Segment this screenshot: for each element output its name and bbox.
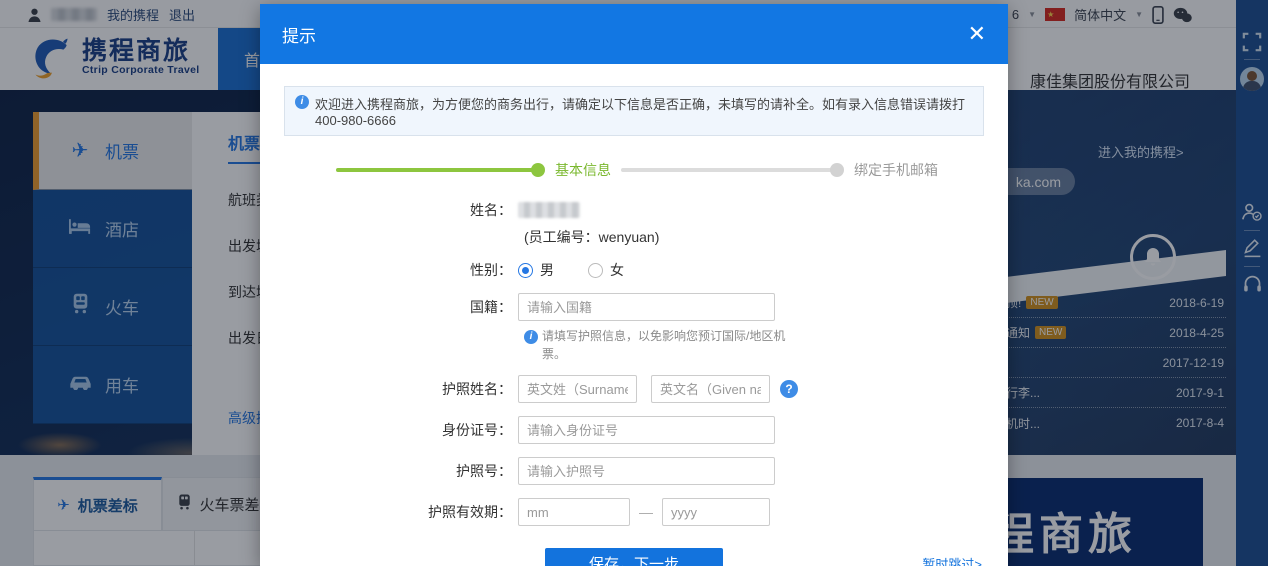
id-number-label: 身份证号： <box>442 422 512 438</box>
nationality-label: 国籍： <box>470 299 512 315</box>
gender-male-radio[interactable]: 男 <box>518 260 554 280</box>
profile-confirmation-dialog: 提示 ✕ i 欢迎进入携程商旅，为方便您的商务出行，请确定以下信息是否正确，未填… <box>260 4 1008 566</box>
step-dot-pending <box>830 163 844 177</box>
info-icon: i <box>524 330 538 344</box>
save-next-button[interactable]: 保存，下一步 <box>545 548 723 566</box>
gender-label: 性别： <box>470 262 512 278</box>
redacted-name-value <box>518 202 580 218</box>
close-icon[interactable]: ✕ <box>968 23 986 45</box>
name-label: 姓名： <box>470 202 512 218</box>
gender-female-radio[interactable]: 女 <box>588 260 624 280</box>
help-question-icon[interactable]: ? <box>780 380 798 398</box>
step-dot-active <box>531 163 545 177</box>
id-number-input[interactable] <box>518 416 775 444</box>
passport-hint: i 请填写护照信息，以免影响您预订国际/地区机票。 <box>524 327 792 363</box>
nationality-input[interactable] <box>518 293 775 321</box>
dialog-title: 提示 <box>282 26 316 46</box>
notice-text: 欢迎进入携程商旅，为方便您的商务出行，请确定以下信息是否正确，未填写的请补全。如… <box>315 97 966 128</box>
radio-icon <box>588 262 603 278</box>
passport-number-label: 护照号： <box>456 463 512 479</box>
passport-number-input[interactable] <box>518 457 775 485</box>
step-bind-phone-email: 绑定手机邮箱 <box>854 162 938 178</box>
hint-text: 请填写护照信息，以免影响您预订国际/地区机票。 <box>542 329 786 361</box>
validity-month-input[interactable] <box>518 498 630 526</box>
employee-id-note: (员工编号：wenyuan) <box>524 229 660 245</box>
step-line-pending <box>621 168 833 172</box>
validity-year-input[interactable] <box>662 498 770 526</box>
skip-for-now-link[interactable]: 暂时跳过> <box>922 554 982 566</box>
basic-info-form: 姓名： (员工编号：wenyuan) 性别： 男 女 国籍： i 请 <box>260 200 1008 566</box>
step-basic-info: 基本信息 <box>555 162 611 178</box>
surname-input[interactable] <box>518 375 637 403</box>
passport-validity-label: 护照有效期： <box>428 504 512 520</box>
welcome-notice: i 欢迎进入携程商旅，为方便您的商务出行，请确定以下信息是否正确，未填写的请补全… <box>284 86 984 136</box>
gender-female-label: 女 <box>610 262 624 278</box>
radio-selected-icon <box>518 262 533 278</box>
passport-name-label: 护照姓名： <box>442 381 512 397</box>
date-range-separator: — <box>639 504 653 520</box>
info-icon: i <box>295 95 309 109</box>
step-line-done <box>336 168 534 172</box>
given-name-input[interactable] <box>651 375 770 403</box>
gender-male-label: 男 <box>540 262 554 278</box>
dialog-header: 提示 ✕ <box>260 4 1008 64</box>
progress-steps: 基本信息 绑定手机邮箱 <box>284 160 984 180</box>
